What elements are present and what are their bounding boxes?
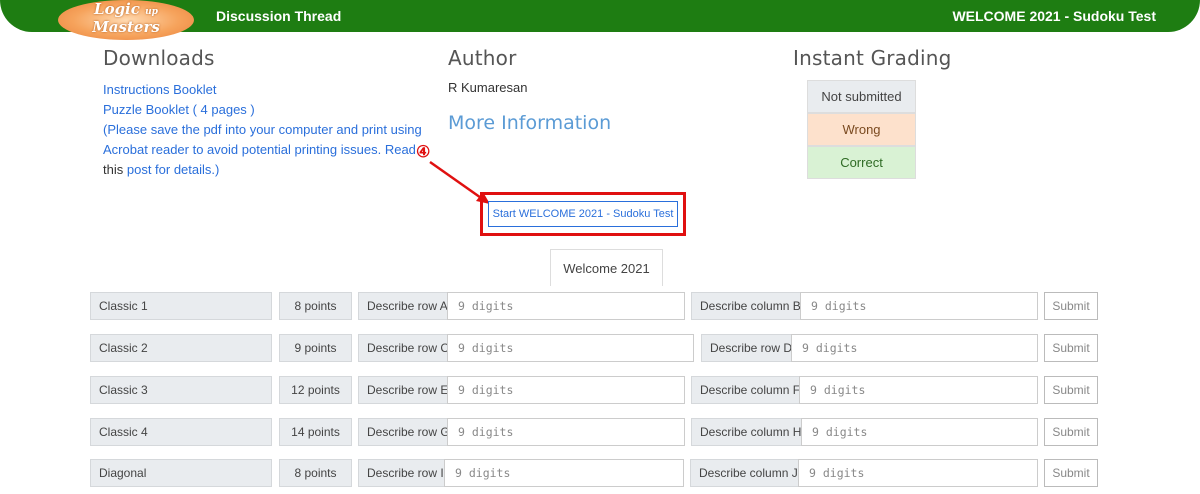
row-answer-label: Describe row E <box>358 376 448 404</box>
row-answer-input[interactable]: 9 digits <box>447 376 685 404</box>
instructions-booklet-link[interactable]: Instructions Booklet <box>103 80 433 100</box>
column-answer-label: Describe row D <box>701 334 792 362</box>
column-answer-input[interactable]: 9 digits <box>798 459 1038 487</box>
puzzle-name: Diagonal <box>90 459 272 487</box>
logo-line-1: Logic <box>94 0 140 18</box>
pdf-note-line-1: (Please save the pdf into your computer … <box>103 122 422 137</box>
row-answer-label: Describe row I <box>358 459 445 487</box>
pdf-note-line-3: this post for details.) <box>103 160 433 180</box>
instant-grading-section: Instant Grading Not submitted Wrong Corr… <box>793 46 993 179</box>
column-answer-input[interactable]: 9 digits <box>800 292 1038 320</box>
downloads-heading: Downloads <box>103 46 215 70</box>
downloads-section: Downloads Instructions Booklet Puzzle Bo… <box>103 46 433 180</box>
row-answer-input[interactable]: 9 digits <box>447 418 685 446</box>
column-answer-label: Describe column H <box>691 418 802 446</box>
pdf-note-line-2: Acrobat reader to avoid potential printi… <box>103 142 416 157</box>
puzzle-name: Classic 1 <box>90 292 272 320</box>
discussion-thread-link[interactable]: Discussion Thread <box>216 8 341 24</box>
logo-line-2: Masters <box>92 18 160 36</box>
column-answer-label: Describe column J <box>690 459 799 487</box>
page-title: WELCOME 2021 - Sudoku Test <box>952 8 1156 24</box>
puzzle-row: Diagonal 8 points Describe row I 9 digit… <box>0 459 1200 487</box>
column-answer-input[interactable]: 9 digits <box>799 376 1038 404</box>
submit-button[interactable]: Submit <box>1044 418 1098 446</box>
puzzle-row: Classic 4 14 points Describe row G 9 dig… <box>0 418 1200 446</box>
row-answer-input[interactable]: 9 digits <box>447 292 685 320</box>
logicmasters-logo[interactable]: Logic up Masters <box>58 0 194 40</box>
puzzle-name: Classic 4 <box>90 418 272 446</box>
author-name: R Kumaresan <box>448 80 528 95</box>
top-navbar: Logic up Masters Discussion Thread WELCO… <box>0 0 1200 40</box>
submit-button[interactable]: Submit <box>1044 376 1098 404</box>
puzzle-points: 12 points <box>279 376 352 404</box>
tab-welcome-2021[interactable]: Welcome 2021 <box>550 249 663 286</box>
column-answer-label: Describe column B <box>691 292 801 320</box>
row-answer-label: Describe row A <box>358 292 448 320</box>
puzzle-booklet-link[interactable]: Puzzle Booklet ( 4 pages ) <box>103 100 433 120</box>
post-details-link[interactable]: post for details.) <box>127 162 220 177</box>
puzzle-points: 14 points <box>279 418 352 446</box>
puzzle-points: 8 points <box>279 292 352 320</box>
puzzle-row: Classic 1 8 points Describe row A 9 digi… <box>0 292 1200 320</box>
author-heading: Author <box>448 46 517 70</box>
start-test-button[interactable]: Start WELCOME 2021 - Sudoku Test <box>488 201 678 227</box>
puzzle-row: Classic 3 12 points Describe row E 9 dig… <box>0 376 1200 404</box>
grade-legend-wrong: Wrong <box>807 113 916 146</box>
pdf-note-this: this <box>103 162 124 177</box>
row-answer-label: Describe row C <box>358 334 449 362</box>
logo-text: Logic up Masters <box>58 2 194 35</box>
puzzle-name: Classic 2 <box>90 334 272 362</box>
grade-legend-not-submitted: Not submitted <box>807 80 916 113</box>
puzzle-points: 8 points <box>279 459 352 487</box>
row-answer-input[interactable]: 9 digits <box>444 459 684 487</box>
grade-legend-correct: Correct <box>807 146 916 179</box>
submit-button[interactable]: Submit <box>1044 334 1098 362</box>
row-answer-input[interactable]: 9 digits <box>447 334 694 362</box>
puzzle-points: 9 points <box>279 334 352 362</box>
puzzle-name: Classic 3 <box>90 376 272 404</box>
logo-small-text: up <box>145 7 158 17</box>
grading-heading: Instant Grading <box>793 46 952 70</box>
column-answer-label: Describe column F <box>691 376 800 404</box>
row-answer-label: Describe row G <box>358 418 450 446</box>
author-section: Author R Kumaresan More Information <box>448 46 708 134</box>
column-answer-input[interactable]: 9 digits <box>801 418 1038 446</box>
puzzle-row: Classic 2 9 points Describe row C 9 digi… <box>0 334 1200 362</box>
submit-button[interactable]: Submit <box>1044 459 1098 487</box>
submit-button[interactable]: Submit <box>1044 292 1098 320</box>
column-answer-input[interactable]: 9 digits <box>791 334 1038 362</box>
more-information-link[interactable]: More Information <box>448 112 708 134</box>
